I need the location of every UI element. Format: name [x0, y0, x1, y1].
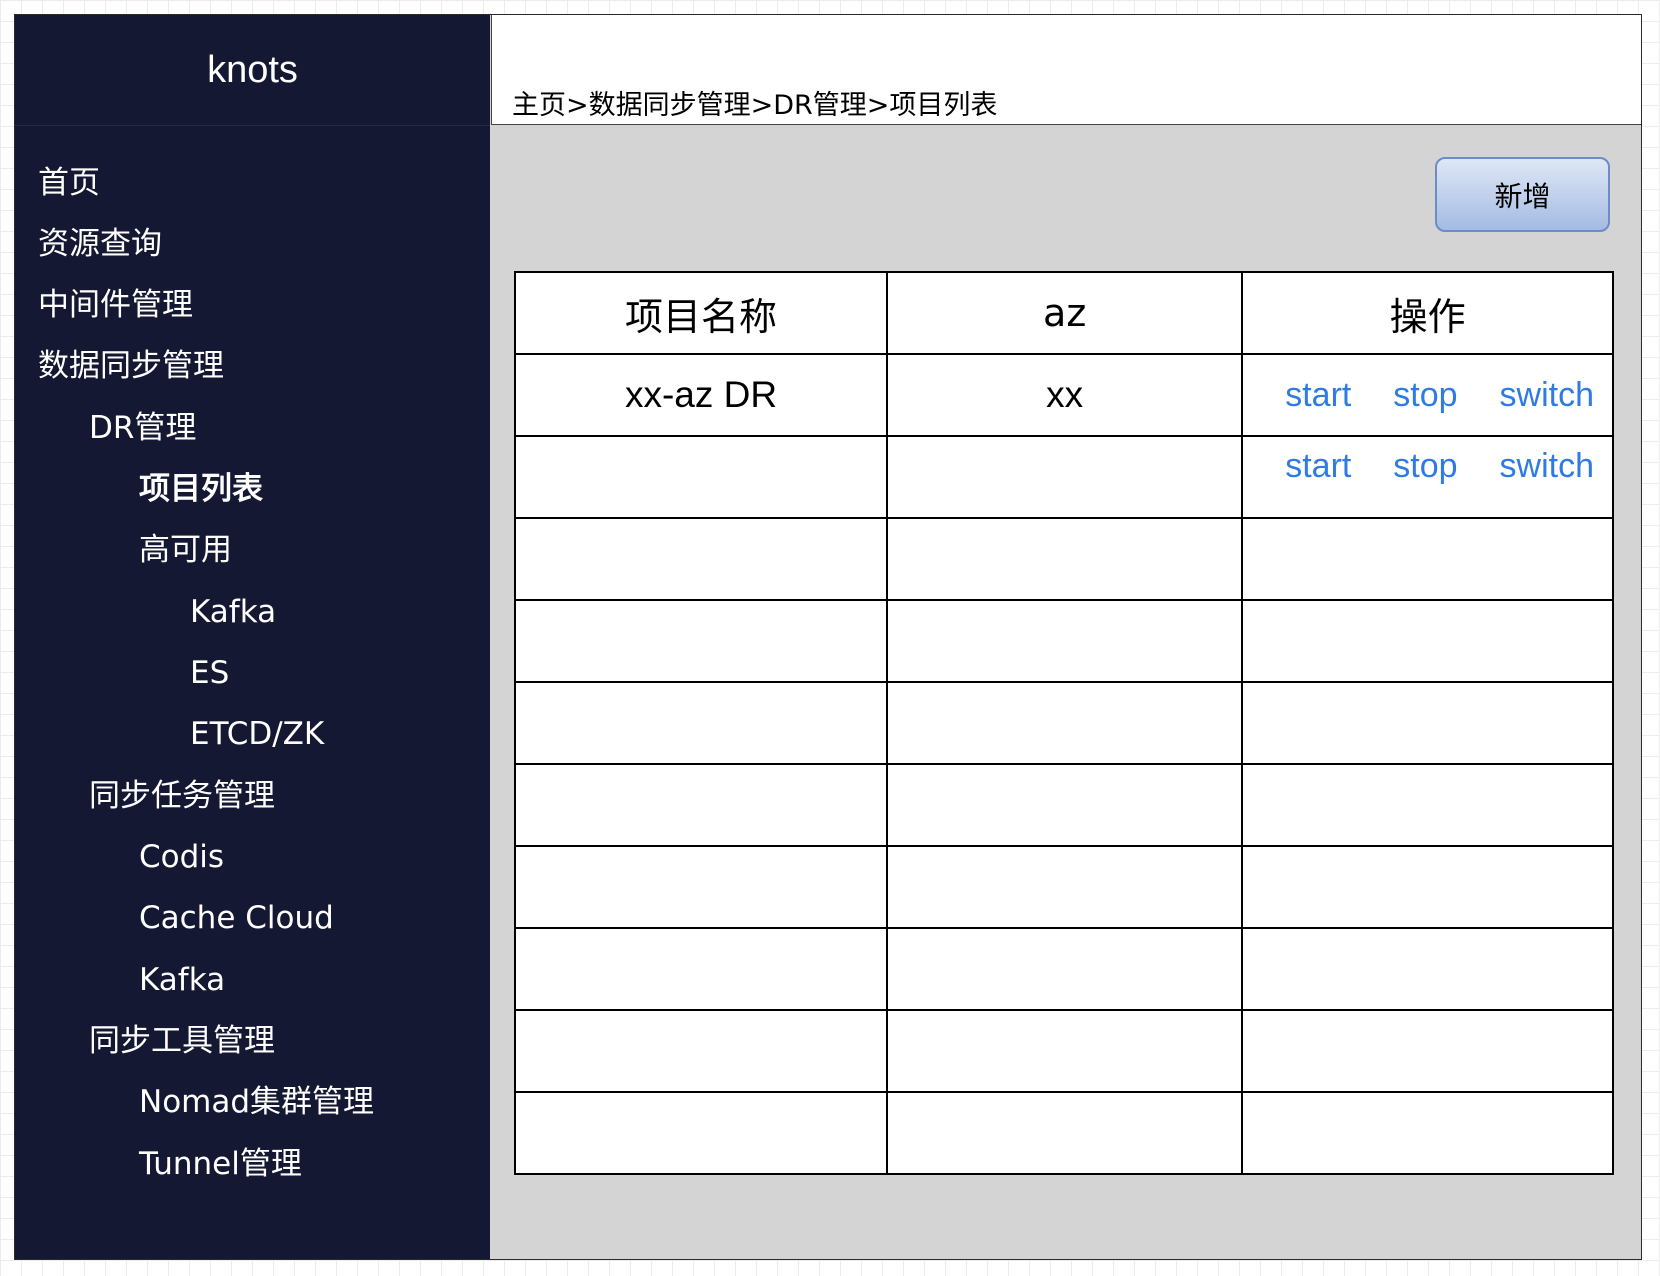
- cell-az: [886, 1009, 1244, 1093]
- cell-project-name: [513, 763, 889, 847]
- cell-actions: start stop switch: [1241, 435, 1614, 519]
- sidebar-item-nomad-cluster[interactable]: Nomad集群管理: [139, 1082, 374, 1122]
- column-header-az: az: [886, 271, 1244, 355]
- cell-project-name: [513, 845, 889, 929]
- cell-az: [886, 763, 1244, 847]
- stop-link[interactable]: stop: [1393, 376, 1457, 415]
- cell-project-name: [513, 1091, 889, 1175]
- cell-az: xx: [886, 353, 1244, 437]
- sidebar-item-sync-kafka[interactable]: Kafka: [139, 960, 225, 1000]
- switch-link[interactable]: switch: [1500, 447, 1594, 486]
- sidebar-item-tunnel[interactable]: Tunnel管理: [139, 1144, 302, 1184]
- table-row: start stop switch: [513, 435, 1614, 519]
- table-header-row: 项目名称 az 操作: [513, 271, 1614, 355]
- sidebar-item-ha-etcd-zk[interactable]: ETCD/ZK: [190, 714, 324, 754]
- sidebar-item-high-availability[interactable]: 高可用: [139, 530, 232, 570]
- app-logo: knots: [15, 15, 490, 126]
- cell-project-name: [513, 517, 889, 601]
- cell-project-name: xx-az DR: [513, 353, 889, 437]
- switch-link[interactable]: switch: [1500, 376, 1594, 415]
- project-table: 项目名称 az 操作 xx-az DR xx start stop switch: [513, 271, 1614, 1175]
- cell-actions: [1241, 517, 1614, 601]
- cell-project-name: [513, 599, 889, 683]
- add-button[interactable]: 新增: [1435, 157, 1610, 232]
- cell-actions: [1241, 763, 1614, 847]
- sidebar-item-cache-cloud[interactable]: Cache Cloud: [139, 898, 334, 938]
- sidebar-item-sync-task[interactable]: 同步任务管理: [89, 776, 275, 816]
- sidebar: knots 首页 资源查询 中间件管理 数据同步管理 DR管理 项目列表 高可用…: [15, 15, 490, 1259]
- table-row: [513, 517, 1614, 601]
- table-row: [513, 927, 1614, 1011]
- start-link[interactable]: start: [1285, 447, 1351, 486]
- sidebar-item-sync-tool[interactable]: 同步工具管理: [89, 1021, 275, 1061]
- cell-az: [886, 435, 1244, 519]
- cell-actions: [1241, 599, 1614, 683]
- cell-actions: [1241, 927, 1614, 1011]
- page-header: 主页>数据同步管理>DR管理>项目列表: [491, 15, 1641, 125]
- cell-actions: [1241, 1091, 1614, 1175]
- cell-actions: [1241, 681, 1614, 765]
- breadcrumb: 主页>数据同步管理>DR管理>项目列表: [512, 90, 998, 121]
- cell-actions: start stop switch: [1241, 353, 1614, 437]
- table-row: [513, 763, 1614, 847]
- sidebar-item-data-sync[interactable]: 数据同步管理: [38, 346, 224, 386]
- sidebar-item-ha-es[interactable]: ES: [190, 653, 229, 693]
- cell-az: [886, 681, 1244, 765]
- cell-project-name: [513, 435, 889, 519]
- table-row: [513, 845, 1614, 929]
- cell-az: [886, 1091, 1244, 1175]
- cell-actions: [1241, 1009, 1614, 1093]
- sidebar-item-middleware[interactable]: 中间件管理: [38, 285, 193, 325]
- cell-az: [886, 927, 1244, 1011]
- start-link[interactable]: start: [1285, 376, 1351, 415]
- cell-az: [886, 599, 1244, 683]
- cell-actions: [1241, 845, 1614, 929]
- sidebar-item-dr[interactable]: DR管理: [89, 408, 196, 448]
- sidebar-item-project-list[interactable]: 项目列表: [139, 469, 263, 509]
- cell-project-name: [513, 927, 889, 1011]
- app-window: knots 首页 资源查询 中间件管理 数据同步管理 DR管理 项目列表 高可用…: [14, 14, 1642, 1260]
- cell-project-name: [513, 1009, 889, 1093]
- cell-project-name: [513, 681, 889, 765]
- sidebar-item-resource-query[interactable]: 资源查询: [38, 224, 162, 264]
- table-row: [513, 1091, 1614, 1175]
- table-row: [513, 599, 1614, 683]
- cell-az: [886, 517, 1244, 601]
- stop-link[interactable]: stop: [1393, 447, 1457, 486]
- sidebar-item-codis[interactable]: Codis: [139, 837, 224, 877]
- sidebar-item-home[interactable]: 首页: [38, 163, 100, 203]
- column-header-project-name: 项目名称: [513, 271, 889, 355]
- column-header-actions: 操作: [1241, 271, 1614, 355]
- table-row: [513, 1009, 1614, 1093]
- sidebar-item-ha-kafka[interactable]: Kafka: [190, 592, 276, 632]
- table-row: [513, 681, 1614, 765]
- table-row: xx-az DR xx start stop switch: [513, 353, 1614, 437]
- cell-az: [886, 845, 1244, 929]
